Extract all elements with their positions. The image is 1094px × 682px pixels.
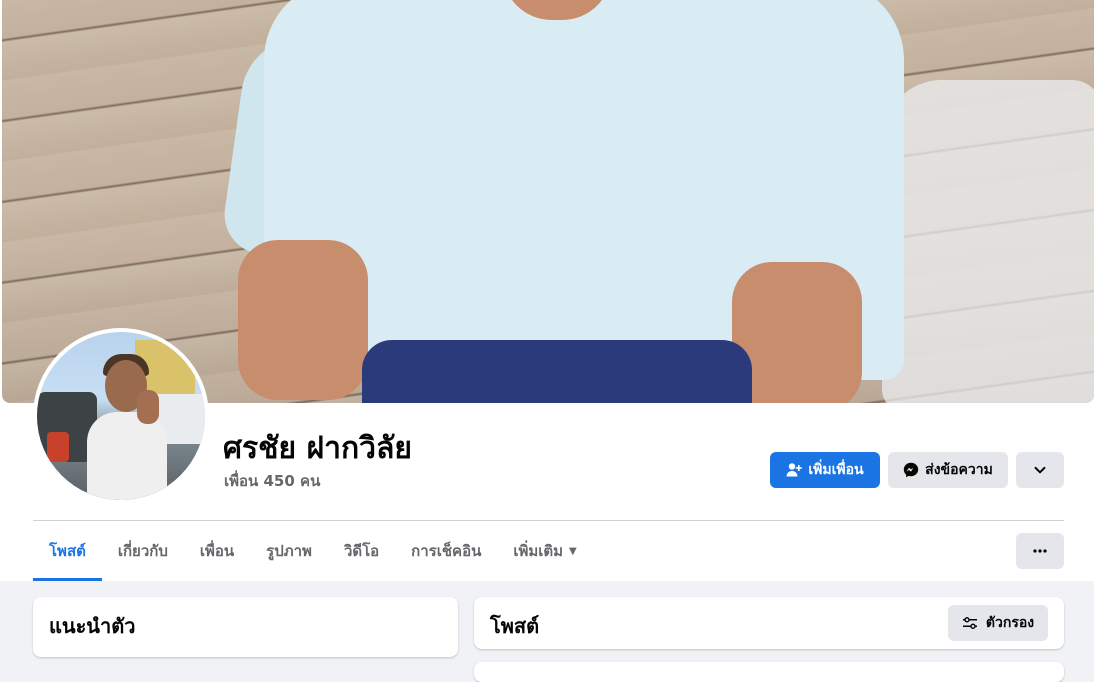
messenger-icon <box>903 462 919 478</box>
filter-button[interactable]: ตัวกรอง <box>948 605 1048 641</box>
profile-dropdown-button[interactable] <box>1016 452 1064 488</box>
profile-name: ศรชัย ฝากวิลัย <box>223 431 412 466</box>
tab-label: เพิ่มเติม <box>513 542 564 560</box>
filter-label: ตัวกรอง <box>985 615 1035 631</box>
avatar-person-body <box>87 412 167 500</box>
cover-arm-left <box>238 240 368 400</box>
add-friend-button[interactable]: เพิ่มเพื่อน <box>770 452 880 488</box>
cover-bags-shape <box>882 80 1094 403</box>
profile-header: ศรชัย ฝากวิลัย เพื่อน 450 คน เพิ่มเพื่อน… <box>0 0 1094 581</box>
avatar-person-hand <box>137 390 159 424</box>
tab-posts[interactable]: โพสต์ <box>33 521 102 581</box>
message-button[interactable]: ส่งข้อความ <box>888 452 1008 488</box>
cover-pants <box>362 340 752 403</box>
avatar-image <box>37 332 205 500</box>
tab-photos[interactable]: รูปภาพ <box>250 521 328 581</box>
tab-label: เกี่ยวกับ <box>117 542 168 560</box>
message-label: ส่งข้อความ <box>925 462 993 478</box>
caret-down-icon: ▼ <box>569 545 577 557</box>
add-friend-label: เพิ่มเพื่อน <box>808 462 864 478</box>
profile-avatar[interactable] <box>33 328 209 504</box>
ellipsis-icon <box>1032 543 1048 559</box>
profile-tabs: โพสต์ เกี่ยวกับ เพื่อน รูปภาพ วิดีโอ การ… <box>33 521 593 581</box>
intro-title: แนะนำตัว <box>49 614 136 638</box>
friends-count[interactable]: เพื่อน 450 คน <box>224 469 320 493</box>
tab-label: วิดีโอ <box>343 542 380 560</box>
person-plus-icon <box>786 462 803 478</box>
tab-label: เพื่อน <box>199 542 235 560</box>
tab-checkins[interactable]: การเช็คอิน <box>395 521 497 581</box>
tab-label: รูปภาพ <box>266 542 312 560</box>
more-options-button[interactable] <box>1016 533 1064 569</box>
chevron-down-icon <box>1033 463 1047 477</box>
tab-videos[interactable]: วิดีโอ <box>328 521 395 581</box>
posts-title: โพสต์ <box>490 614 540 638</box>
intro-card: แนะนำตัว <box>33 597 458 657</box>
posts-feed-card <box>474 662 1064 682</box>
tab-friends[interactable]: เพื่อน <box>184 521 250 581</box>
tab-about[interactable]: เกี่ยวกับ <box>102 521 184 581</box>
tab-label: การเช็คอิน <box>411 542 482 560</box>
avatar-tail-light <box>47 432 69 462</box>
filter-sliders-icon <box>962 615 978 631</box>
tab-more[interactable]: เพิ่มเติม ▼ <box>497 521 592 581</box>
tab-label: โพสต์ <box>49 542 86 560</box>
